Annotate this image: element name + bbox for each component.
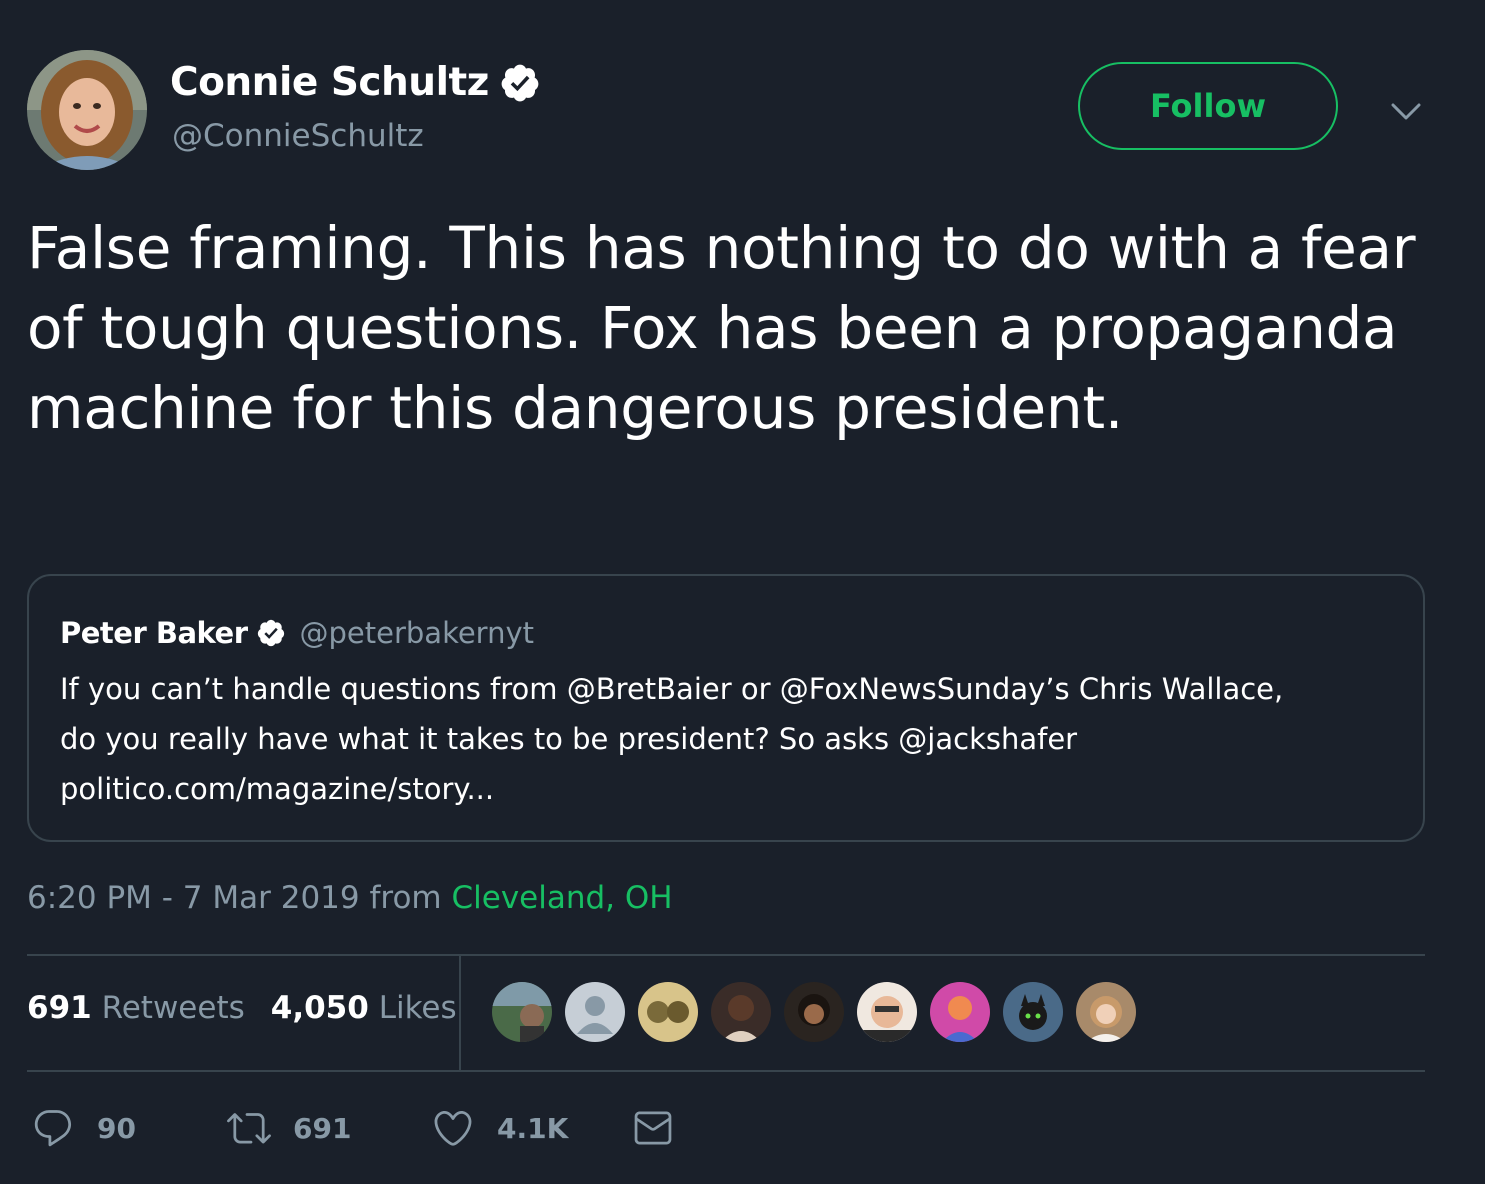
tweet-stats: 691 Retweets 4,050 Likes [27, 990, 457, 1026]
reply-count: 90 [97, 1111, 136, 1145]
liker-avatar[interactable] [638, 982, 698, 1042]
quoted-tweet[interactable]: Peter Baker @peterbakernyt If you can’t … [27, 574, 1425, 842]
retweets-stat-count: 691 [27, 990, 92, 1026]
quoted-text-line: do you really have what it takes to be p… [60, 722, 1078, 756]
author-name[interactable]: Connie Schultz [170, 60, 489, 105]
liker-avatar[interactable] [565, 982, 625, 1042]
like-button[interactable]: 4.1K [431, 1106, 568, 1150]
like-count: 4.1K [497, 1111, 569, 1145]
quoted-tweet-text: If you can’t handle questions from @Bret… [60, 664, 1400, 814]
quoted-text-line: If you can’t handle questions from @Bret… [60, 672, 1284, 706]
likers-avatars [492, 982, 1136, 1042]
author-handle[interactable]: @ConnieSchultz [172, 118, 424, 154]
tweet-header: Connie Schultz @ConnieSchultz Follow [0, 0, 1485, 190]
vertical-divider [459, 956, 461, 1070]
likes-stat-count: 4,050 [270, 990, 369, 1026]
quoted-author-name: Peter Baker [60, 616, 248, 650]
message-icon [634, 1111, 672, 1145]
divider [27, 1070, 1425, 1072]
retweets-stat[interactable]: 691 Retweets [27, 990, 245, 1026]
retweet-button[interactable]: 691 [227, 1106, 351, 1150]
quoted-author-handle: @peterbakernyt [299, 616, 535, 650]
liker-avatar[interactable] [930, 982, 990, 1042]
message-button[interactable] [631, 1106, 675, 1150]
reply-icon [34, 1110, 72, 1147]
liker-avatar[interactable] [711, 982, 771, 1042]
liker-avatar[interactable] [857, 982, 917, 1042]
likes-stat[interactable]: 4,050 Likes [271, 990, 457, 1026]
retweets-stat-label: Retweets [101, 990, 245, 1026]
liker-avatar[interactable] [1076, 982, 1136, 1042]
tweet-meta: 6:20 PM - 7 Mar 2019 from Cleveland, OH [27, 880, 673, 916]
verified-badge-icon [257, 619, 284, 647]
likes-stat-label: Likes [378, 990, 457, 1026]
retweet-icon [227, 1113, 271, 1144]
retweet-count: 691 [293, 1111, 352, 1145]
divider [27, 954, 1425, 956]
tweet-actions: 90 691 4.1K [27, 1106, 727, 1156]
quoted-link[interactable]: politico.com/magazine/story... [60, 764, 1400, 814]
tweet-timestamp[interactable]: 6:20 PM - 7 Mar 2019 [27, 880, 360, 916]
quoted-tweet-header: Peter Baker @peterbakernyt [60, 616, 534, 650]
tweet-text: False framing. This has nothing to do wi… [27, 214, 1416, 442]
from-word: from [369, 880, 442, 916]
liker-avatar[interactable] [1003, 982, 1063, 1042]
liker-avatar[interactable] [784, 982, 844, 1042]
reply-button[interactable]: 90 [31, 1106, 136, 1150]
chevron-down-icon[interactable] [1388, 96, 1424, 126]
author-name-row[interactable]: Connie Schultz [170, 60, 541, 105]
tweet-location[interactable]: Cleveland, OH [452, 880, 673, 916]
verified-badge-icon [501, 64, 539, 101]
liker-avatar[interactable] [492, 982, 552, 1042]
like-icon [434, 1110, 472, 1146]
follow-button[interactable]: Follow [1078, 62, 1338, 150]
author-avatar[interactable] [27, 50, 147, 170]
